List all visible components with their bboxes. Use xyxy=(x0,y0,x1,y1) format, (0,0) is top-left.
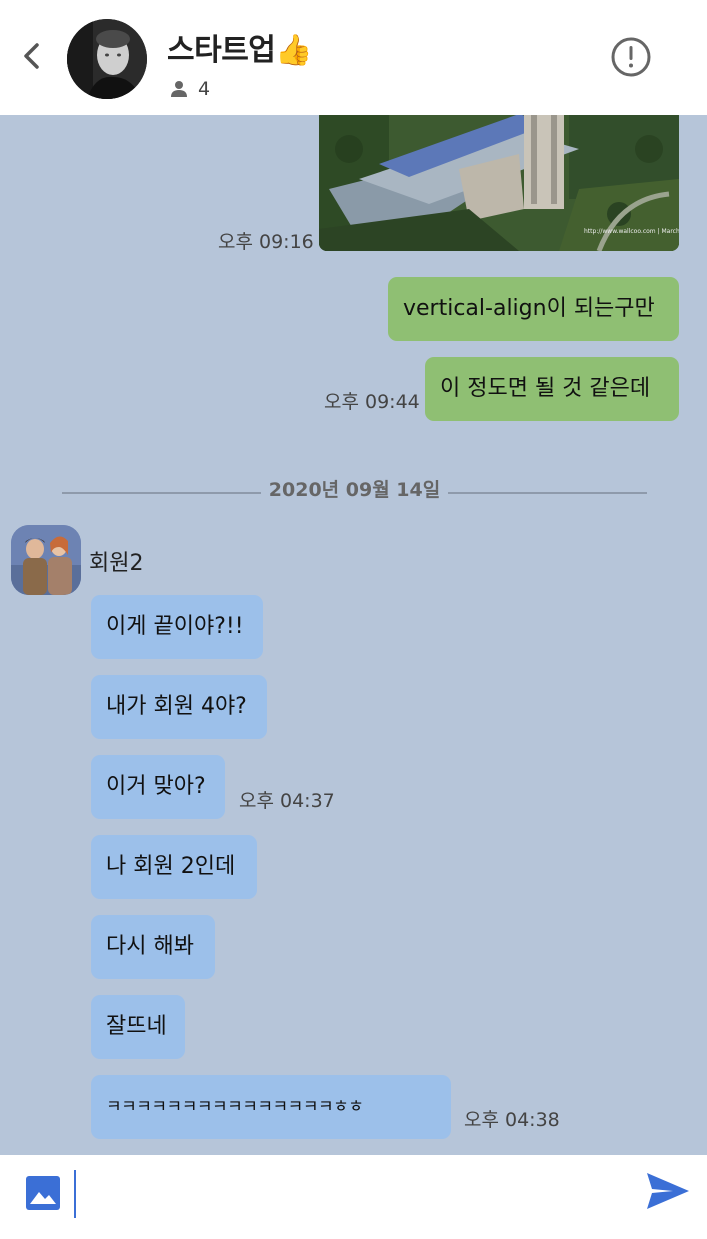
other-message-bubble[interactable]: 나 회원 2인데 xyxy=(91,835,257,899)
other-message-bubble[interactable]: ㅋㅋㅋㅋㅋㅋㅋㅋㅋㅋㅋㅋㅋㅋㅋㅎㅎ xyxy=(91,1075,451,1139)
member-count-row[interactable]: 4 xyxy=(170,78,210,100)
room-title-text: 스타트업 xyxy=(167,33,276,68)
date-separator-label: 2020년 09월 14일 xyxy=(62,475,647,502)
room-title: 스타트업👍 xyxy=(167,25,313,69)
message-input[interactable] xyxy=(80,1167,620,1223)
message-time: 오후 04:38 xyxy=(464,1109,560,1131)
attach-image-button[interactable] xyxy=(25,1175,61,1211)
message-list[interactable]: http://www.wallcoo.com | March 오후 09:16 … xyxy=(0,115,707,1155)
message-time: 오후 04:37 xyxy=(239,790,335,812)
date-separator-text: 2020년 09월 14일 xyxy=(260,479,449,501)
send-button[interactable] xyxy=(645,1171,691,1211)
my-message-bubble[interactable]: vertical-align이 되는구만 xyxy=(388,277,679,341)
thumbs-up-icon: 👍 xyxy=(275,33,313,68)
alert-circle-icon xyxy=(611,37,651,77)
my-message-bubble[interactable]: 이 정도면 될 것 같은데 xyxy=(425,357,679,421)
other-message-bubble[interactable]: 잘뜨네 xyxy=(91,995,185,1059)
chat-header: 스타트업👍 4 xyxy=(0,0,707,115)
other-message-bubble[interactable]: 이거 맞아? xyxy=(91,755,225,819)
svg-text:http://www.wallcoo.com | March: http://www.wallcoo.com | March xyxy=(584,228,679,235)
sender-name: 회원2 xyxy=(89,551,144,576)
photo-message[interactable]: http://www.wallcoo.com | March xyxy=(319,115,679,251)
text-caret xyxy=(74,1170,76,1218)
chevron-left-icon xyxy=(24,43,39,69)
date-separator: 2020년 09월 14일 xyxy=(62,473,647,503)
send-icon xyxy=(647,1173,689,1209)
room-info-button[interactable] xyxy=(609,35,653,79)
message-time: 오후 09:16 xyxy=(218,231,314,253)
sender-avatar[interactable] xyxy=(11,525,81,595)
other-message-bubble[interactable]: 이게 끝이야?!! xyxy=(91,595,263,659)
cathedral-photo: http://www.wallcoo.com | March xyxy=(319,115,679,251)
other-message-bubble[interactable]: 내가 회원 4야? xyxy=(91,675,267,739)
member-count: 4 xyxy=(198,78,211,100)
other-message-bubble[interactable]: 다시 해봐 xyxy=(91,915,215,979)
message-input-bar xyxy=(0,1155,707,1239)
image-icon xyxy=(26,1176,60,1210)
chat-app: 스타트업👍 4 http://www.wallcoo.com | March 오… xyxy=(0,0,707,1239)
room-avatar[interactable] xyxy=(67,19,147,99)
person-icon xyxy=(171,81,187,97)
message-time: 오후 09:44 xyxy=(324,391,420,413)
back-button[interactable] xyxy=(16,38,48,74)
